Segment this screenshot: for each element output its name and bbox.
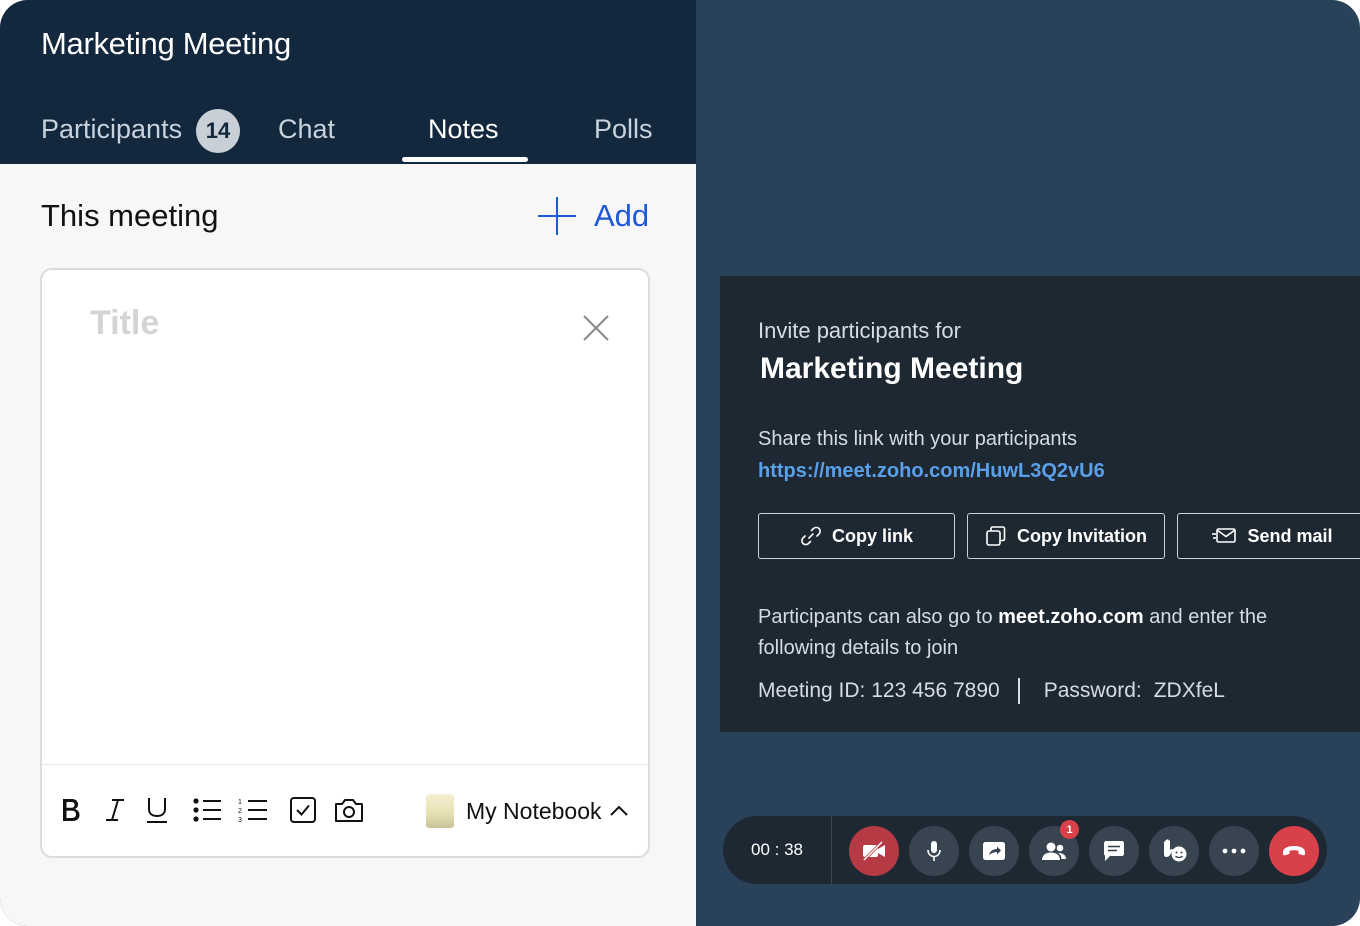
password-label: Password:: [1043, 679, 1142, 702]
chat-button[interactable]: [1089, 826, 1139, 876]
copy-invitation-button[interactable]: Copy Invitation: [967, 513, 1165, 559]
numbered-list-icon[interactable]: 1 2 3: [236, 793, 270, 827]
hang-up-icon: [1283, 846, 1305, 856]
meeting-title: Marketing Meeting: [41, 26, 291, 61]
panel-header: Marketing Meeting Participants 14 Chat N…: [0, 0, 696, 164]
more-options-button[interactable]: [1209, 826, 1259, 876]
copy-link-button[interactable]: Copy link: [758, 513, 955, 559]
meeting-link[interactable]: https://meet.zoho.com/HuwL3Q2vU6: [758, 460, 1105, 483]
more-icon: [1222, 848, 1246, 854]
section-title: This meeting: [41, 198, 219, 233]
join-text-prefix: Participants can also go to: [758, 606, 999, 628]
copy-icon: [986, 526, 1006, 546]
add-label: Add: [594, 198, 650, 233]
chat-icon: [1104, 841, 1124, 861]
invite-card: Invite participants for Marketing Meetin…: [720, 276, 1360, 732]
camera-icon[interactable]: [332, 793, 366, 827]
participants-button[interactable]: 1: [1029, 820, 1079, 876]
raise-hand-icon: [1164, 839, 1187, 862]
bullet-list-icon[interactable]: [190, 793, 224, 827]
participants-notification-badge: 1: [1060, 820, 1079, 839]
send-mail-button[interactable]: Send mail: [1177, 513, 1360, 559]
invite-subtitle: Invite participants for: [758, 318, 961, 343]
copy-link-label: Copy link: [831, 525, 913, 546]
microphone-icon: [927, 841, 941, 861]
video-off-icon: [862, 841, 885, 861]
invite-title: Marketing Meeting: [760, 352, 1024, 385]
active-tab-indicator: [402, 157, 528, 162]
microphone-button[interactable]: [909, 826, 959, 876]
screen-share-button[interactable]: [969, 826, 1019, 876]
meeting-timer: 00 : 38: [723, 816, 832, 884]
add-note-button[interactable]: Add: [538, 196, 649, 236]
mail-icon: [1212, 528, 1237, 543]
underline-icon[interactable]: [140, 793, 174, 827]
plus-icon: [538, 197, 576, 235]
send-mail-label: Send mail: [1247, 525, 1333, 546]
chevron-up-icon: [609, 805, 628, 816]
share-instructions: Share this link with your participants: [758, 428, 1078, 450]
svg-text:3: 3: [238, 817, 242, 823]
note-editor: 1 2 3: [40, 268, 650, 858]
checklist-icon[interactable]: [286, 793, 320, 827]
tab-participants[interactable]: Participants: [41, 114, 182, 145]
end-call-button[interactable]: [1269, 826, 1319, 876]
note-title-input[interactable]: [90, 304, 550, 343]
tab-chat[interactable]: Chat: [278, 114, 335, 145]
meeting-controls: 00 : 38 1: [723, 816, 1327, 884]
raise-hand-button[interactable]: [1149, 826, 1199, 876]
copy-invitation-label: Copy Invitation: [1017, 525, 1147, 546]
notes-panel: Marketing Meeting Participants 14 Chat N…: [0, 0, 696, 926]
tab-polls[interactable]: Polls: [594, 114, 653, 145]
notebook-label: My Notebook: [466, 797, 602, 824]
meeting-details: Meeting ID: 123 456 7890 Password: ZDXfe…: [758, 678, 1225, 704]
bold-icon[interactable]: [54, 793, 88, 827]
close-icon[interactable]: [582, 314, 610, 342]
screen-share-icon: [983, 842, 1005, 860]
video-toggle-button[interactable]: [849, 826, 899, 876]
notebook-selector[interactable]: My Notebook: [426, 793, 628, 829]
join-domain: meet.zoho.com: [998, 606, 1144, 628]
formatting-toolbar: 1 2 3 My Notebook: [42, 764, 648, 857]
notebook-cover: [426, 794, 454, 828]
svg-text:1: 1: [238, 799, 242, 806]
join-instructions: Participants can also go to meet.zoho.co…: [758, 602, 1348, 664]
app-window: Marketing Meeting Participants 14 Chat N…: [0, 0, 1360, 926]
password-value: ZDXfeL: [1153, 679, 1225, 702]
svg-text:2: 2: [238, 808, 242, 815]
participants-icon: [1042, 842, 1066, 860]
meeting-id: Meeting ID: 123 456 7890: [758, 679, 1000, 702]
participants-count-badge: 14: [196, 109, 240, 153]
tab-notes[interactable]: Notes: [428, 114, 499, 145]
italic-icon[interactable]: [98, 793, 132, 827]
details-divider: [1017, 678, 1020, 704]
link-icon: [801, 526, 821, 546]
